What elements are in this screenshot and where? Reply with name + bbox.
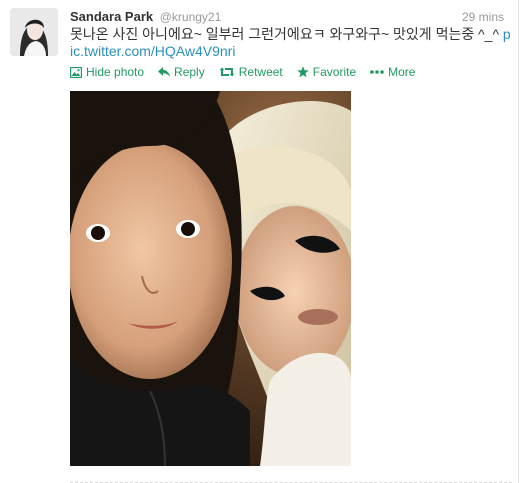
avatar-image	[10, 8, 58, 56]
photo-image	[70, 91, 351, 466]
user-fullname[interactable]: Sandara Park	[70, 9, 153, 24]
tweet-actions: Hide photo Reply Retweet Favorite More	[70, 64, 429, 80]
reply-button[interactable]: Reply	[158, 64, 205, 80]
user-handle[interactable]: @krungy21	[160, 10, 222, 24]
more-button[interactable]: More	[370, 64, 415, 80]
retweet-button[interactable]: Retweet	[219, 64, 283, 80]
tweet-text: 못나온 사진 아니에요~ 일부러 그런거에요ㅋ 와구와구~ 맛있게 먹는중 ^_…	[70, 26, 512, 60]
hide-photo-button[interactable]: Hide photo	[70, 64, 144, 80]
avatar[interactable]	[10, 8, 58, 56]
tweet-timestamp[interactable]: 29 mins	[462, 8, 504, 26]
ellipsis-icon	[370, 70, 384, 74]
more-label: More	[388, 65, 416, 79]
reply-label: Reply	[174, 65, 205, 79]
tweet: Sandara Park @krungy21 29 mins 못나온 사진 아니…	[0, 0, 519, 483]
favorite-label: Favorite	[312, 65, 357, 79]
retweet-label: Retweet	[238, 65, 283, 79]
star-icon	[296, 66, 309, 78]
tweet-photo[interactable]	[70, 91, 351, 466]
tweet-header: Sandara Park @krungy21 29 mins	[70, 8, 510, 26]
reply-arrow-icon	[158, 67, 171, 77]
hide-photo-label: Hide photo	[86, 65, 145, 79]
retweet-icon	[219, 67, 235, 77]
favorite-button[interactable]: Favorite	[296, 64, 357, 80]
tweet-text-body: 못나온 사진 아니에요~ 일부러 그런거에요ㅋ 와구와구~ 맛있게 먹는중 ^_…	[70, 26, 503, 42]
photo-icon	[70, 66, 82, 78]
